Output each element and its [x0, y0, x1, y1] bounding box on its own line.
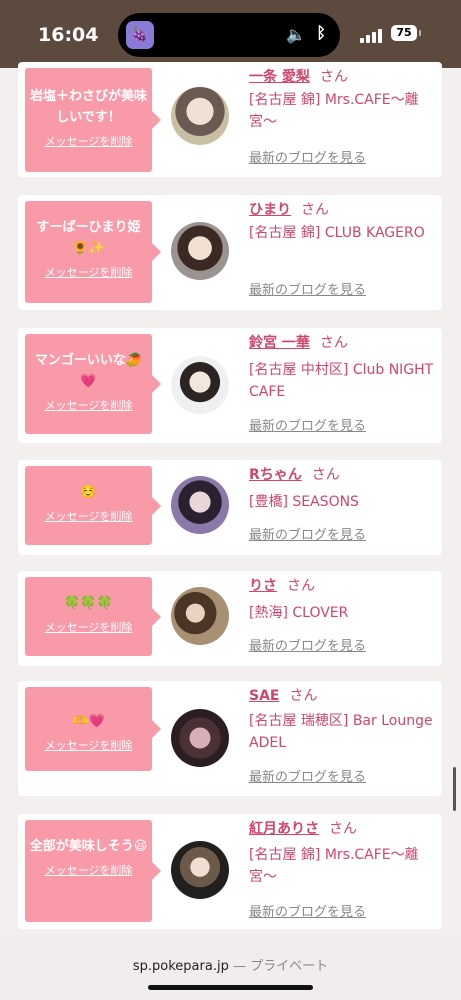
honorific: さん [311, 467, 340, 483]
cast-name-link[interactable]: 一条 愛梨 [249, 69, 310, 85]
cast-name-link[interactable]: ひまり [249, 202, 291, 218]
address-text[interactable]: sp.pokepara.jp — プライベート [0, 955, 461, 974]
message-card: すーぱーひまり姫🌻✨ メッセージを削除 ひまり さん [名古屋 錦] CLUB K… [18, 195, 442, 310]
delete-message-link[interactable]: メッセージを削除 [25, 737, 152, 753]
blog-link[interactable]: 最新のブログを見る [249, 901, 366, 920]
honorific: さん [289, 688, 318, 704]
delete-message-link[interactable]: メッセージを削除 [25, 862, 152, 878]
battery-icon: 75 [391, 25, 417, 41]
message-bubble: すーぱーひまり姫🌻✨ メッセージを削除 [25, 201, 161, 303]
message-bubble: マンゴーいいな🥭💗 メッセージを削除 [25, 334, 161, 434]
honorific: さん [319, 335, 348, 351]
avatar[interactable] [171, 841, 229, 899]
bluetooth-icon: ᛒ [316, 23, 326, 42]
avatar[interactable] [171, 356, 229, 414]
message-text: ☺️ [80, 485, 97, 500]
message-bubble: 🫶💗 メッセージを削除 [25, 687, 161, 771]
delete-message-link[interactable]: メッセージを削除 [25, 133, 152, 149]
name-row: 一条 愛梨 さん [249, 66, 348, 86]
browsing-mode: プライベート [250, 959, 329, 974]
cast-name-link[interactable]: 紅月ありさ [249, 821, 319, 837]
delete-message-link[interactable]: メッセージを削除 [25, 264, 152, 280]
mute-icon: 🔈 [286, 25, 306, 44]
honorific: さん [301, 202, 329, 218]
shop-info: [名古屋 錦] CLUB KAGERO [249, 225, 425, 241]
honorific: さん [287, 578, 315, 594]
message-card: 🍀🍀🍀 メッセージを削除 りさ さん [熱海] CLOVER 最新のブログを見る [18, 571, 442, 666]
address-bar[interactable]: sp.pokepara.jp — プライベート [0, 937, 461, 1000]
name-row: りさ さん [249, 575, 315, 595]
avatar[interactable] [171, 709, 229, 767]
name-row: ひまり さん [249, 199, 329, 219]
message-card: 岩塩＋わさびが美味しいです！ メッセージを削除 一条 愛梨 さん [名古屋 錦] … [18, 62, 442, 177]
battery-tip-icon [419, 30, 421, 36]
message-bubble: 岩塩＋わさびが美味しいです！ メッセージを削除 [25, 68, 161, 172]
message-text: 🍀🍀🍀 [64, 596, 113, 611]
message-card: ☺️ メッセージを削除 Rちゃん さん [豊橋] SEASONS 最新のブログを見… [18, 460, 442, 555]
cast-name-link[interactable]: りさ [249, 578, 277, 594]
message-bubble: 🍀🍀🍀 メッセージを削除 [25, 577, 161, 656]
message-card: 全部が美味しそう😃 メッセージを削除 紅月ありさ さん [名古屋 錦] Mrs.C… [18, 814, 442, 929]
dynamic-island[interactable]: 🍇 🔈 ᛒ [118, 13, 340, 57]
delete-message-link[interactable]: メッセージを削除 [25, 397, 152, 413]
honorific: さん [319, 69, 348, 85]
cast-name-link[interactable]: SAE [249, 688, 279, 704]
shop-info: [豊橋] SEASONS [249, 494, 359, 510]
shop-info: [名古屋 錦] Mrs.CAFE〜離宮〜 [249, 92, 419, 130]
name-row: Rちゃん さん [249, 464, 340, 484]
message-text: すーぱーひまり姫🌻✨ [36, 220, 141, 256]
cast-name-link[interactable]: 鈴宮 一華 [249, 335, 310, 351]
signal-icon [360, 27, 384, 43]
message-card: 🫶💗 メッセージを削除 SAE さん [名古屋 瑞穂区] Bar Lounge A… [18, 681, 442, 796]
message-text: 🫶💗 [72, 714, 105, 729]
message-text: マンゴーいいな🥭💗 [34, 353, 143, 389]
cast-name-link[interactable]: Rちゃん [249, 467, 302, 483]
blog-link[interactable]: 最新のブログを見る [249, 279, 366, 298]
url-domain: sp.pokepara.jp [132, 959, 229, 974]
message-bubble: 全部が美味しそう😃 メッセージを削除 [25, 820, 161, 922]
shop-info: [名古屋 中村区] Club NIGHT CAFE [249, 362, 434, 400]
app-icon[interactable]: 🍇 [126, 21, 154, 49]
blog-link[interactable]: 最新のブログを見る [249, 415, 366, 434]
name-row: SAE さん [249, 685, 317, 705]
url-separator: — [232, 959, 246, 974]
name-row: 紅月ありさ さん [249, 818, 357, 838]
blog-link[interactable]: 最新のブログを見る [249, 524, 366, 543]
delete-message-link[interactable]: メッセージを削除 [25, 508, 152, 524]
home-indicator[interactable] [148, 985, 313, 990]
blog-link[interactable]: 最新のブログを見る [249, 766, 366, 785]
shop-info: [熱海] CLOVER [249, 605, 349, 621]
message-card: マンゴーいいな🥭💗 メッセージを削除 鈴宮 一華 さん [名古屋 中村区] Clu… [18, 328, 442, 443]
blog-link[interactable]: 最新のブログを見る [249, 635, 366, 654]
name-row: 鈴宮 一華 さん [249, 332, 348, 352]
shop-info: [名古屋 瑞穂区] Bar Lounge ADEL [249, 713, 433, 751]
blog-link[interactable]: 最新のブログを見る [249, 147, 366, 166]
message-text: 岩塩＋わさびが美味しいです！ [29, 89, 147, 125]
avatar[interactable] [171, 587, 229, 645]
scrollbar[interactable] [453, 767, 456, 811]
status-time: 16:04 [38, 24, 99, 46]
message-bubble: ☺️ メッセージを削除 [25, 466, 161, 545]
honorific: さん [329, 821, 357, 837]
avatar[interactable] [171, 222, 229, 280]
delete-message-link[interactable]: メッセージを削除 [25, 619, 152, 635]
shop-info: [名古屋 錦] Mrs.CAFE〜離宮〜 [249, 847, 419, 885]
avatar[interactable] [171, 87, 229, 145]
avatar[interactable] [171, 476, 229, 534]
message-text: 全部が美味しそう😃 [29, 839, 148, 854]
status-bar: 16:04 🍇 🔈 ᛒ 75 [0, 0, 461, 68]
